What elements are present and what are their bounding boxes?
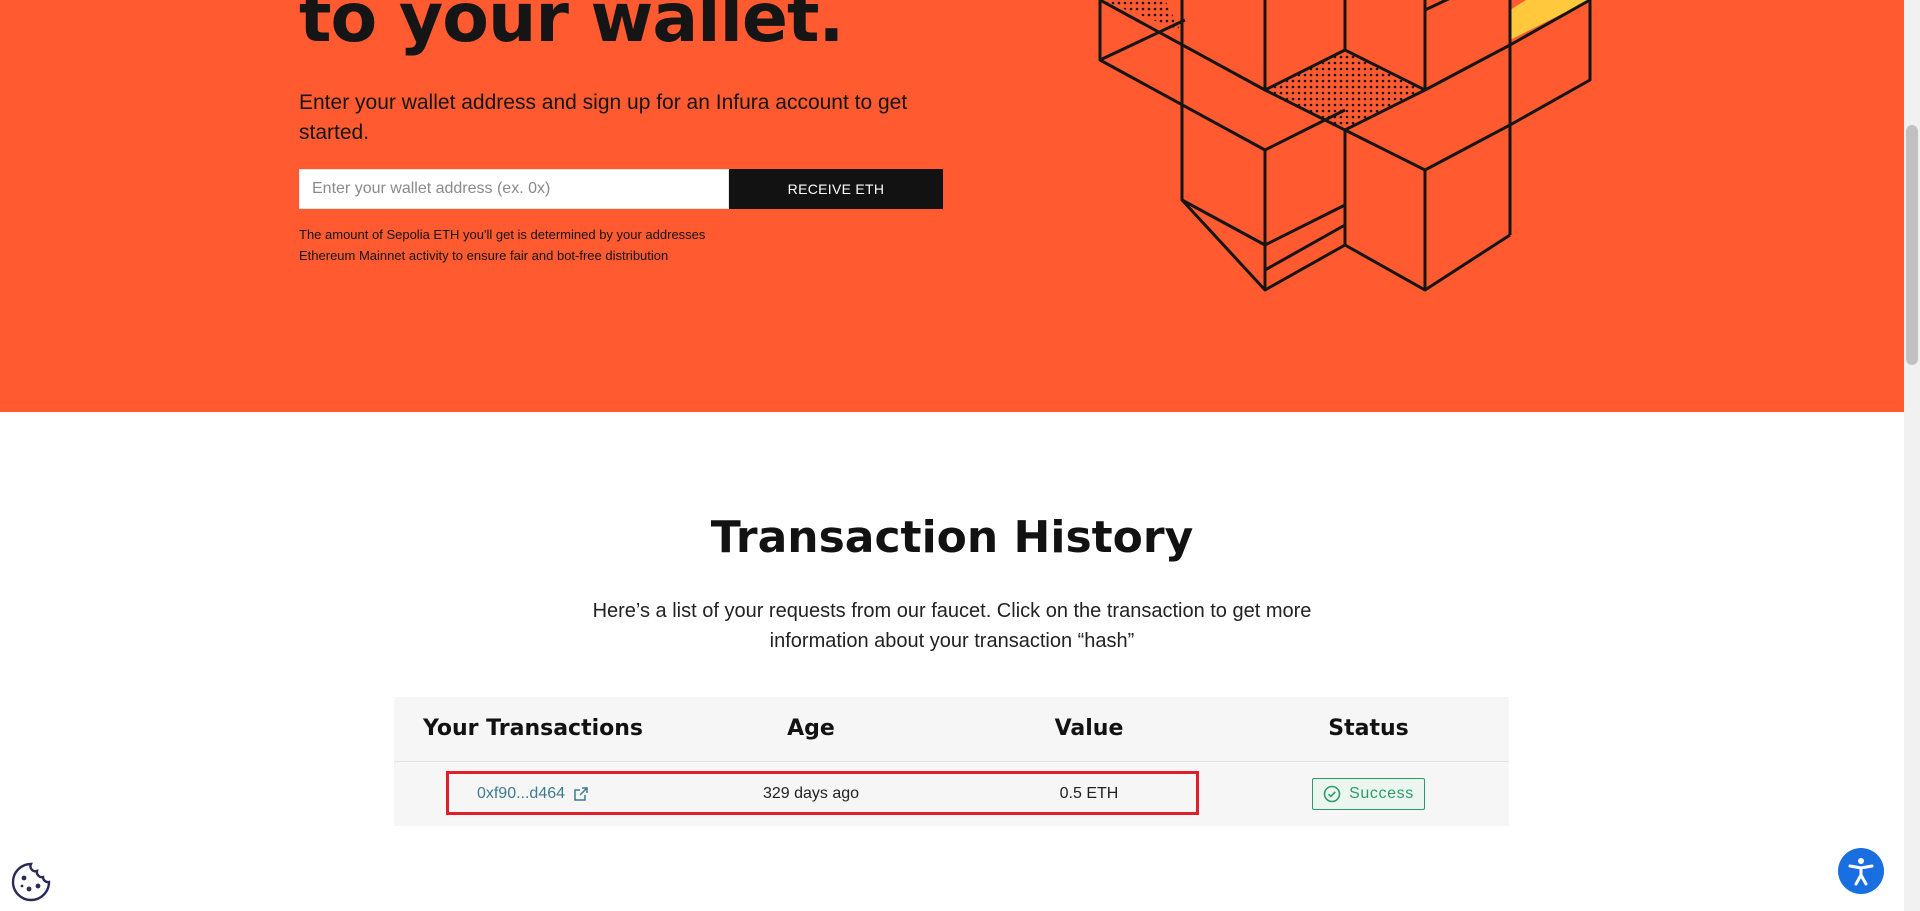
status-badge: Success [1312, 777, 1425, 810]
status-label: Success [1349, 784, 1414, 802]
receive-eth-button[interactable]: RECEIVE ETH [729, 169, 943, 209]
transaction-hash-link[interactable]: 0xf90...d464 [477, 762, 589, 826]
transaction-status-cell: Success [1228, 762, 1509, 826]
scrollbar-thumb[interactable] [1906, 125, 1918, 365]
hero-note: The amount of Sepolia ETH you'll get is … [299, 227, 706, 263]
transaction-value: 0.5 ETH [1059, 785, 1119, 802]
check-circle-icon [1323, 785, 1341, 803]
accessibility-icon [1848, 858, 1874, 886]
transaction-table: Your Transactions Age Value Status 0xf90… [394, 697, 1509, 826]
accessibility-button[interactable] [1838, 848, 1884, 894]
column-header-transactions: Your Transactions [422, 716, 644, 741]
wallet-address-input[interactable] [299, 169, 729, 209]
transaction-hash: 0xf90...d464 [476, 785, 566, 802]
table-header: Your Transactions Age Value Status [394, 697, 1509, 762]
cube-illustration [1098, 0, 1592, 292]
hero-title: to your wallet. [299, 0, 844, 58]
column-header-value: Value [1054, 716, 1124, 741]
hero-banner: to your wallet. Enter your wallet addres… [0, 0, 1904, 412]
transaction-history-title: Transaction History [710, 512, 1194, 563]
hero-description: Enter your wallet address and sign up fo… [299, 91, 908, 144]
table-row: 0xf90...d464 [394, 762, 672, 826]
scrollbar[interactable] [1904, 0, 1920, 911]
column-header-age: Age [787, 716, 835, 741]
column-header-status: Status [1328, 716, 1409, 741]
external-link-icon [574, 787, 588, 801]
transaction-age: 329 days ago [762, 785, 860, 802]
transaction-history-description: Here’s a list of your requests from our … [592, 600, 1312, 652]
cookie-icon [11, 862, 51, 902]
cookie-settings-button[interactable] [10, 861, 52, 903]
